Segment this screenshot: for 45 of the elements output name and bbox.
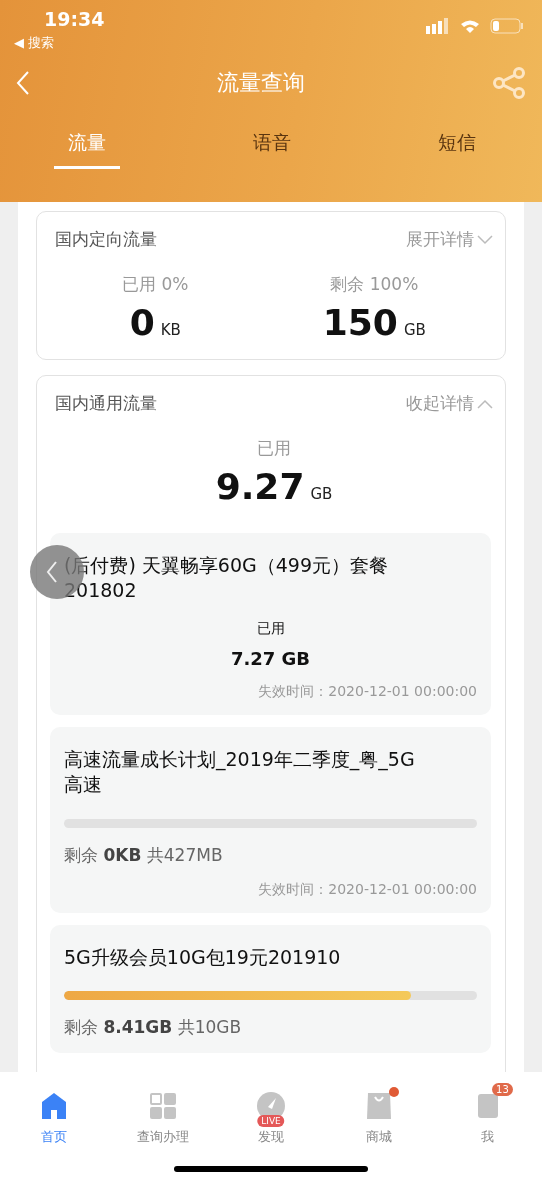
- stat-value: 0: [129, 302, 155, 343]
- tab[interactable]: 流量: [54, 126, 120, 169]
- battery-icon: [490, 18, 524, 34]
- stat-unit: KB: [160, 321, 181, 339]
- nav-tab[interactable]: LIVE 发现: [225, 1082, 316, 1148]
- stat-label: 已用: [257, 437, 291, 460]
- nav-tab[interactable]: 首页: [9, 1082, 100, 1148]
- package-name: 高速流量成长计划_2019年二季度_粤_5G高速: [64, 747, 416, 797]
- notification-count: 13: [492, 1083, 513, 1096]
- chevron-left-icon: [46, 561, 58, 583]
- page-title: 流量查询: [217, 69, 305, 97]
- stat-value: 150: [322, 302, 398, 343]
- details-toggle[interactable]: 收起详情: [406, 392, 493, 415]
- home-icon: [41, 1092, 68, 1120]
- status-time: 19:34: [43, 8, 105, 30]
- tab[interactable]: 短信: [424, 126, 490, 169]
- tab[interactable]: 语音: [239, 126, 305, 169]
- details-toggle[interactable]: 展开详情: [406, 228, 493, 251]
- stat-label: 剩余 100%: [330, 273, 419, 296]
- card-title: 国内定向流量: [55, 228, 157, 251]
- expiry-time: 失效时间：2020-12-01 00:00:00: [257, 880, 477, 899]
- stat-unit: GB: [310, 485, 333, 503]
- chevron-icon: [477, 398, 493, 409]
- shopping-bag-icon: [366, 1092, 393, 1120]
- remaining-text: 剩余 8.41GB 共10GB: [64, 1016, 243, 1040]
- nav-tab[interactable]: 查询办理: [117, 1082, 208, 1148]
- used-value: 7.27 GB: [229, 648, 312, 670]
- back-to-app-link[interactable]: ◀ 搜索: [14, 34, 105, 52]
- signal-icon: [426, 18, 450, 34]
- used-label: 已用: [255, 620, 286, 639]
- stat-unit: GB: [403, 321, 426, 339]
- back-icon[interactable]: [16, 70, 30, 96]
- wifi-icon: [460, 18, 480, 34]
- stat-label: 已用 0%: [122, 273, 189, 296]
- nav-tab[interactable]: 13 我: [442, 1082, 533, 1148]
- live-badge: LIVE: [257, 1115, 285, 1127]
- expiry-time: 失效时间：2020-12-01 00:00:00: [257, 683, 477, 702]
- stat-value: 9.27: [215, 466, 305, 507]
- package-name: 5G升级会员10G包19元201910: [64, 944, 342, 970]
- chevron-icon: [477, 234, 493, 245]
- grid-icon: [149, 1093, 176, 1119]
- remaining-text: 剩余 0KB 共427MB: [64, 843, 224, 867]
- nav-tab[interactable]: 商城: [334, 1082, 425, 1148]
- share-icon[interactable]: [492, 67, 526, 99]
- card-title: 国内通用流量: [55, 392, 157, 415]
